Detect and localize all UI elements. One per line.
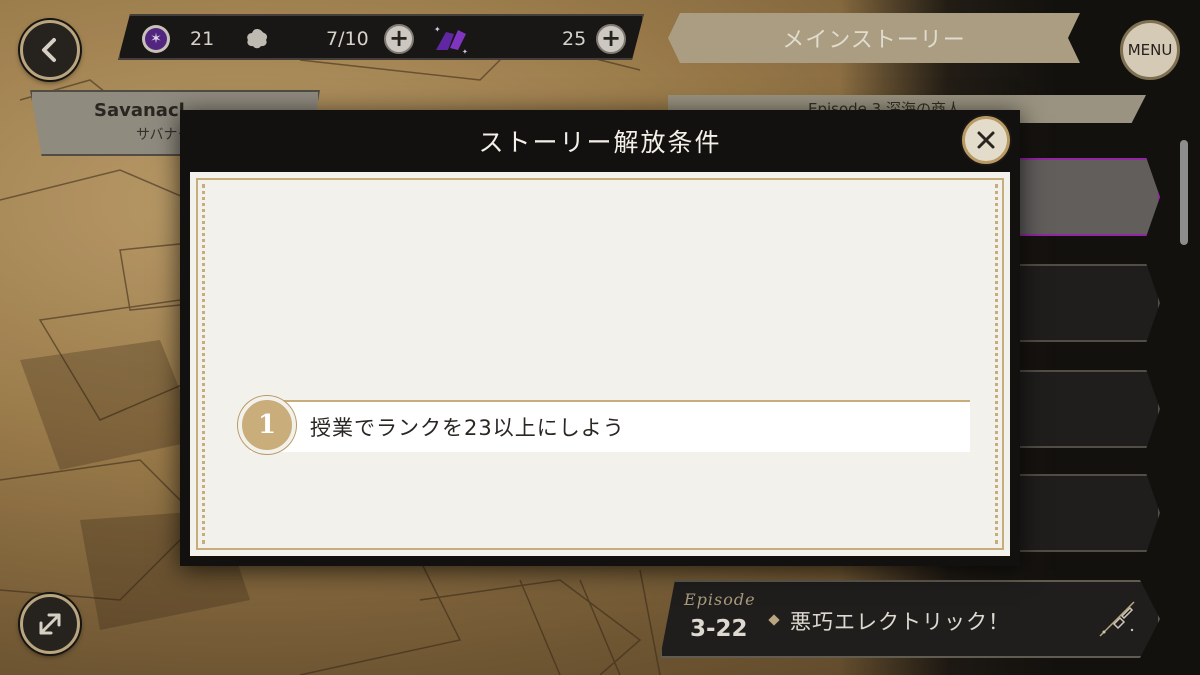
dialog-body: 1 授業でランクを23以上にしよう: [190, 172, 1010, 556]
close-button[interactable]: [962, 116, 1010, 164]
decorative-dotted-border: [202, 184, 998, 544]
close-icon: [977, 131, 995, 149]
dialog-title: ストーリー解放条件: [478, 128, 722, 157]
condition-text: 授業でランクを23以上にしよう: [310, 416, 625, 440]
condition-number-badge: 1: [238, 396, 296, 454]
unlock-conditions-dialog: ストーリー解放条件 1 授業でランクを23以上にしよう: [180, 110, 1020, 566]
